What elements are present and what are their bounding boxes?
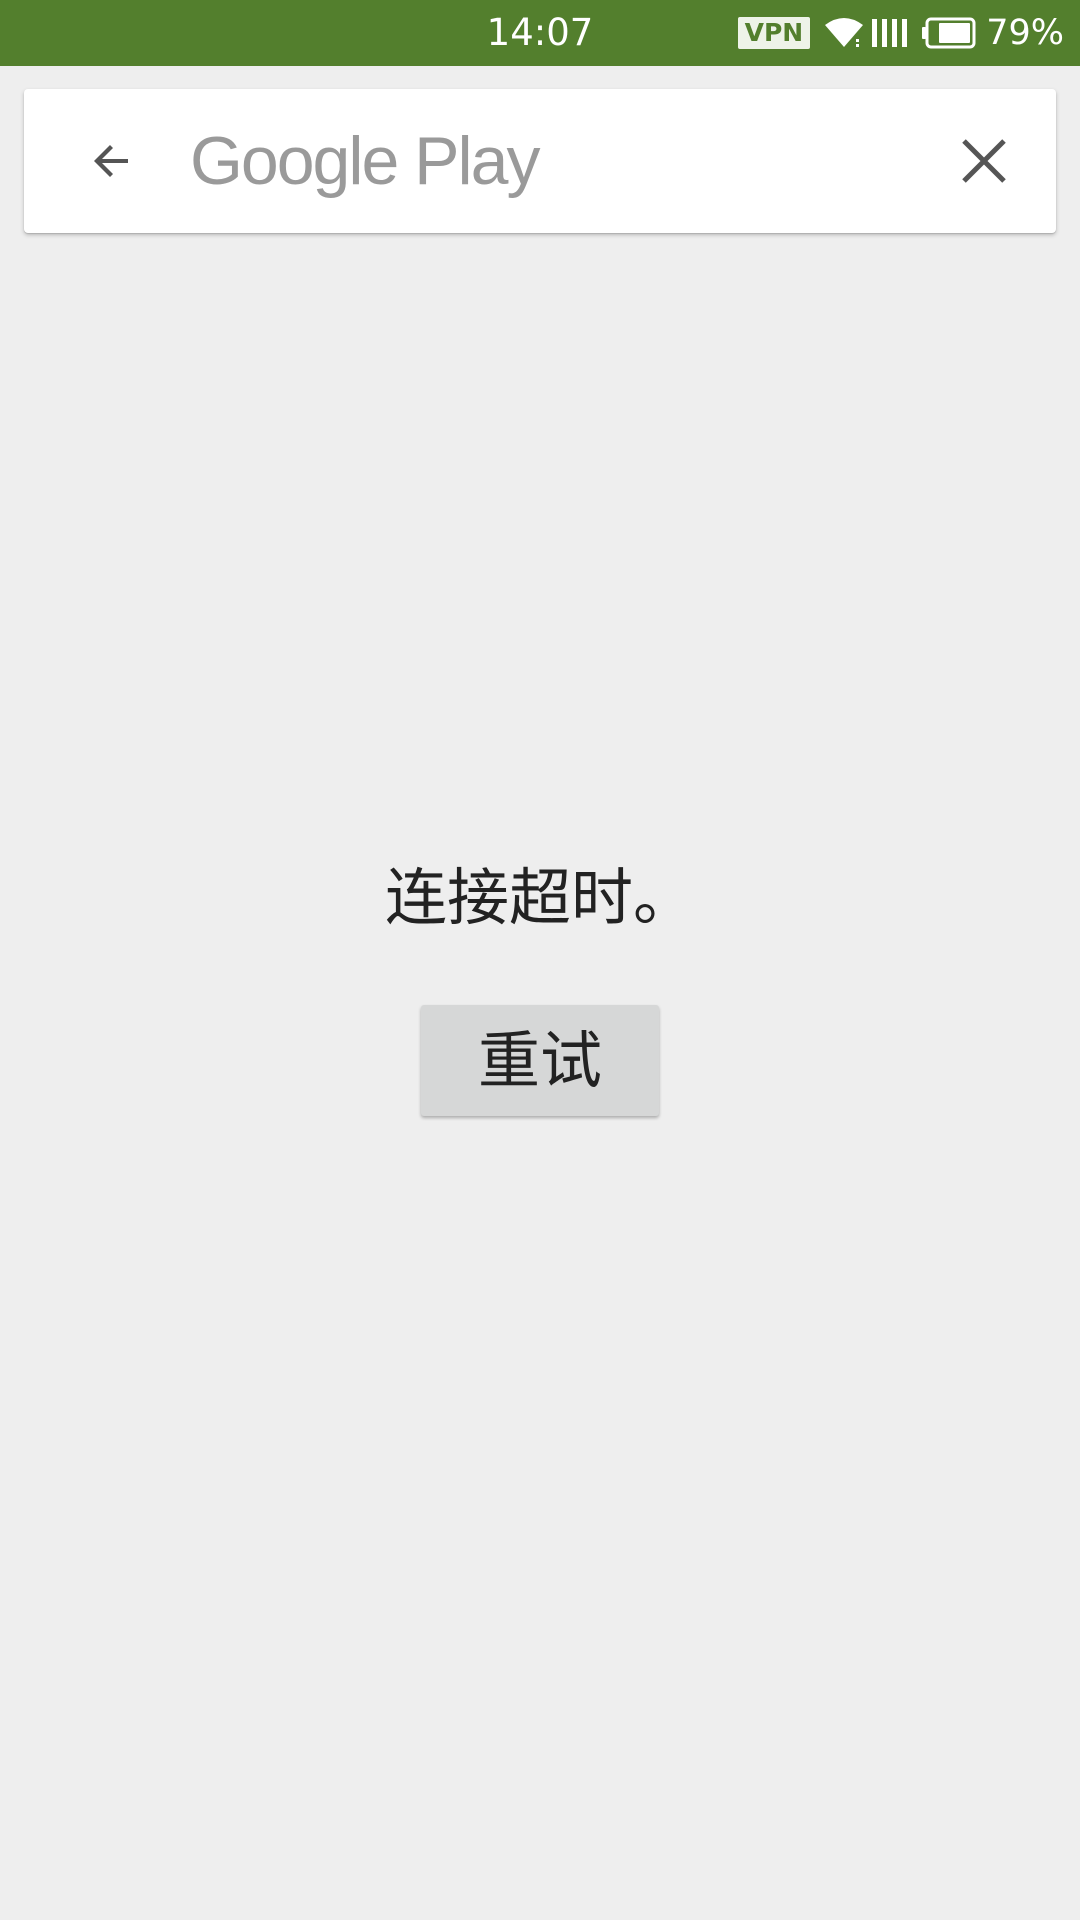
error-message: 连接超时。: [384, 861, 695, 934]
back-button[interactable]: [80, 129, 144, 193]
arrow-left-icon: [94, 145, 128, 177]
status-icons: VPN 79%: [737, 0, 1064, 66]
battery-icon: [922, 17, 976, 49]
search-bar[interactable]: Google Play: [24, 89, 1056, 233]
vpn-badge: VPN: [737, 17, 811, 49]
signal-icon: [872, 19, 908, 47]
wifi-icon: [825, 18, 864, 47]
battery-percent: 79%: [986, 13, 1064, 53]
close-icon: [962, 139, 1006, 183]
google-play-logo: Google Play: [190, 123, 540, 199]
screen: 14:07 VPN 79% Google Play 连接超时。 重试: [0, 0, 1080, 1920]
close-button[interactable]: [952, 129, 1016, 193]
retry-button[interactable]: 重试: [421, 1005, 659, 1116]
status-bar: 14:07 VPN 79%: [0, 0, 1080, 66]
